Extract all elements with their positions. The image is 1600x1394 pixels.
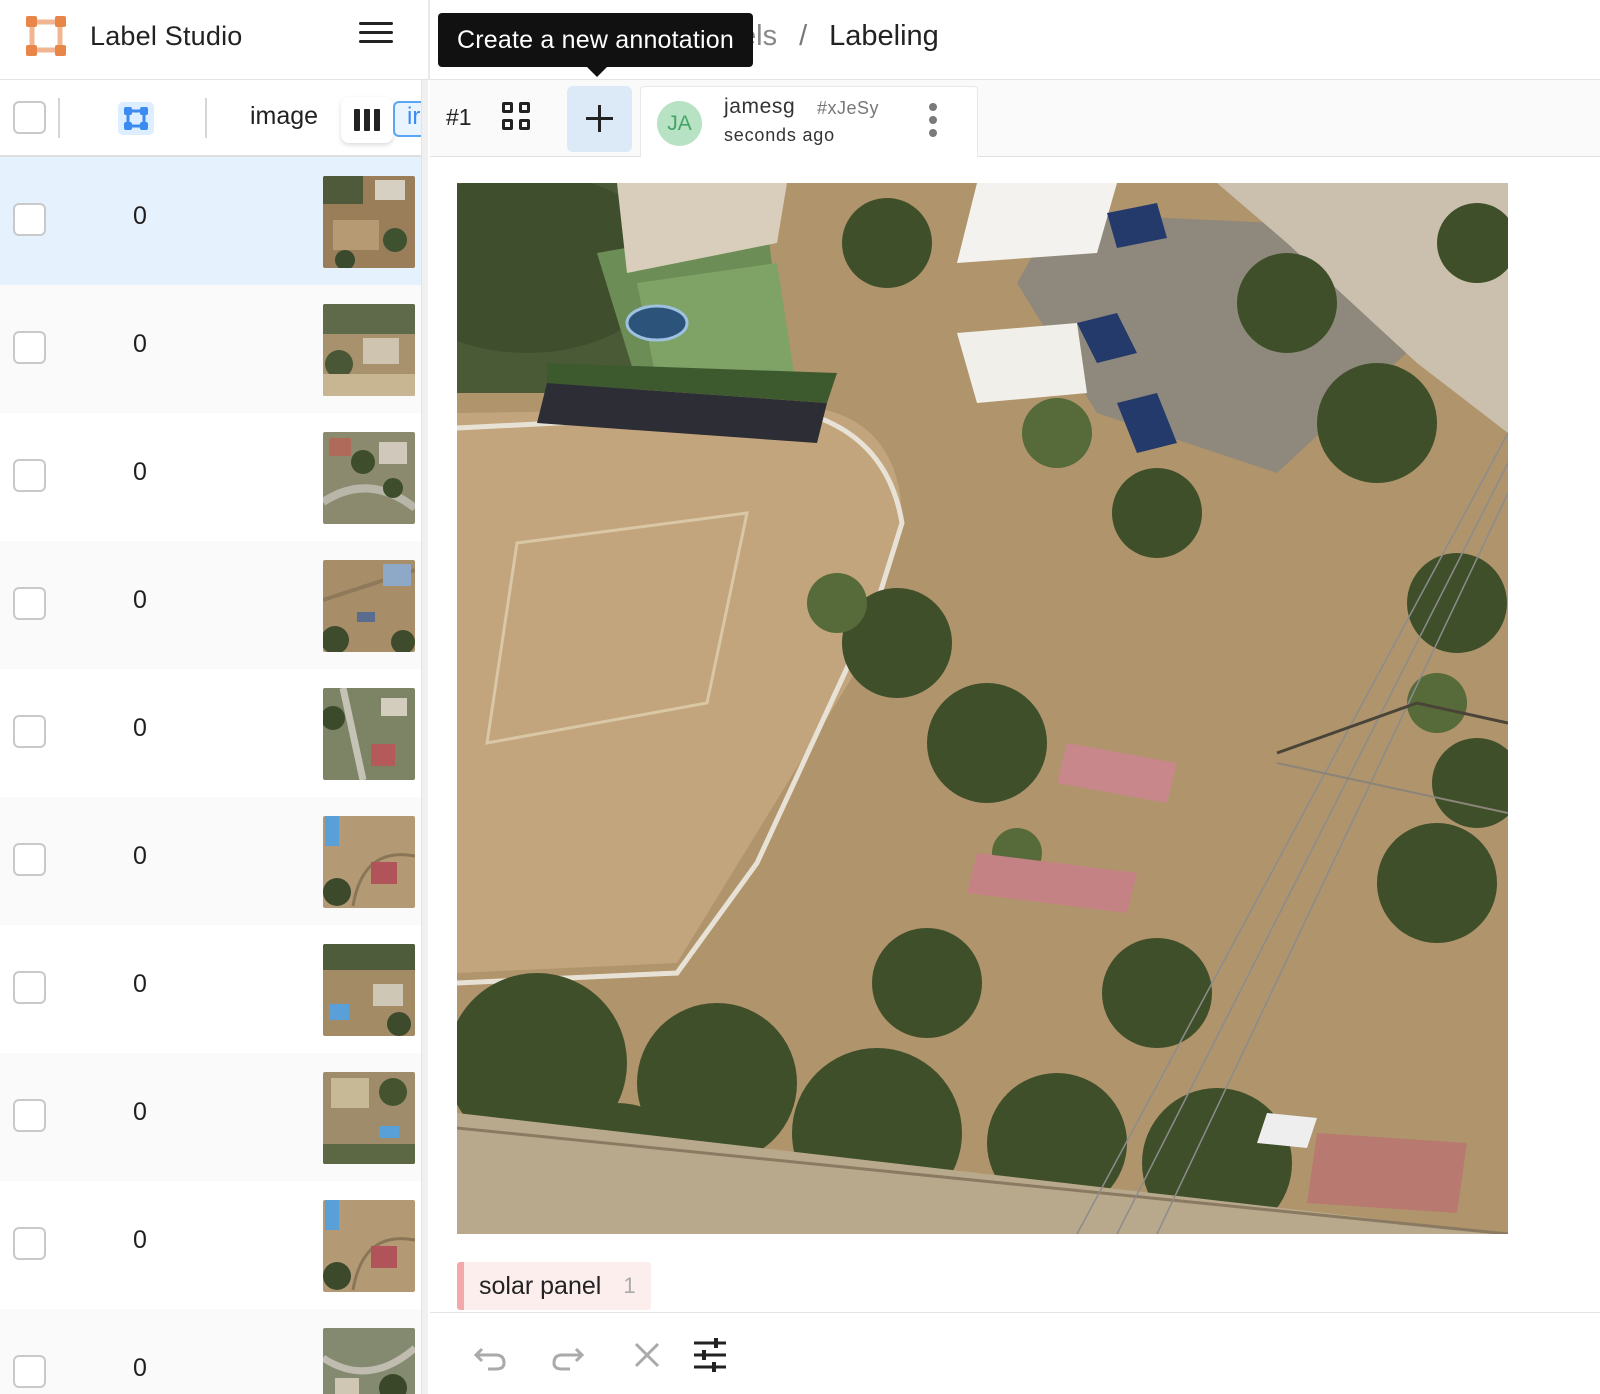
grid-icon[interactable]: [502, 102, 534, 134]
breadcrumb: els / Labeling: [740, 16, 939, 56]
aerial-image[interactable]: [457, 183, 1508, 1234]
label-studio-logo-icon: [24, 14, 68, 58]
task-row[interactable]: 0: [0, 925, 421, 1053]
task-row[interactable]: 0: [0, 285, 421, 413]
annotation-count: 0: [133, 458, 147, 486]
redo-icon[interactable]: [548, 1335, 588, 1375]
annotation-hash: #xJeSy: [817, 98, 880, 118]
aerial-thumbnail: [323, 1072, 415, 1164]
aerial-thumbnail: [323, 1328, 415, 1394]
label-studio-app: Label Studio els / Labeling Create a new…: [0, 0, 1600, 1394]
annotation-toolbar: #1 JA jamesg #xJeSy seconds ago: [430, 80, 1600, 157]
aerial-thumbnail: [323, 176, 415, 268]
bottom-toolbar: [430, 1312, 1600, 1394]
header-divider: [58, 98, 60, 138]
task-row-checkbox[interactable]: [13, 587, 46, 620]
task-row[interactable]: 0: [0, 1053, 421, 1181]
aerial-thumbnail: [323, 688, 415, 780]
hamburger-menu-icon[interactable]: [356, 18, 396, 54]
more-vertical-icon[interactable]: [927, 103, 939, 143]
task-row[interactable]: 0: [0, 157, 421, 285]
brand[interactable]: Label Studio: [24, 14, 243, 58]
header-divider: [205, 98, 207, 138]
task-row-checkbox[interactable]: [13, 1099, 46, 1132]
annotation-count: 0: [133, 330, 147, 358]
task-row-checkbox[interactable]: [13, 1355, 46, 1388]
annotation-count: 0: [133, 1098, 147, 1126]
task-row-checkbox[interactable]: [13, 843, 46, 876]
app-name: Label Studio: [90, 20, 243, 51]
top-header: Label Studio els / Labeling: [0, 0, 1600, 80]
task-sidebar: image ir 0 0 0 0 0 0 0 0 0 0: [0, 80, 428, 1394]
breadcrumb-current: Labeling: [829, 19, 939, 52]
label-name: solar panel: [479, 1271, 602, 1300]
column-header-truncated[interactable]: ir: [393, 101, 421, 137]
task-row[interactable]: 0: [0, 413, 421, 541]
annotation-count: 0: [133, 842, 147, 870]
plus-icon[interactable]: [567, 86, 632, 152]
column-header-image[interactable]: image: [250, 102, 318, 131]
avatar: JA: [657, 101, 702, 146]
task-row-checkbox[interactable]: [13, 715, 46, 748]
annotation-count: 0: [133, 202, 147, 230]
annotation-count: 0: [133, 970, 147, 998]
breadcrumb-separator: /: [799, 19, 808, 52]
aerial-thumbnail: [323, 816, 415, 908]
label-count: 1: [623, 1273, 636, 1298]
select-all-checkbox[interactable]: [13, 101, 46, 134]
task-row[interactable]: 0: [0, 669, 421, 797]
task-row-checkbox[interactable]: [13, 331, 46, 364]
task-row-checkbox[interactable]: [13, 459, 46, 492]
columns-icon[interactable]: [341, 97, 393, 143]
settings-sliders-icon[interactable]: [690, 1335, 730, 1375]
task-row[interactable]: 0: [0, 1309, 421, 1394]
task-row-checkbox[interactable]: [13, 971, 46, 1004]
task-list-header: image ir: [0, 80, 421, 157]
task-list: 0 0 0 0 0 0 0 0 0 0: [0, 157, 421, 1394]
create-annotation-tooltip: Create a new annotation: [438, 13, 754, 77]
annotation-count: 0: [133, 714, 147, 742]
header-divider: [428, 0, 430, 80]
task-row[interactable]: 0: [0, 1181, 421, 1309]
annotation-count: 0: [133, 1354, 147, 1382]
annotation-tab[interactable]: JA jamesg #xJeSy seconds ago: [640, 86, 978, 157]
annotation-user: jamesg: [724, 95, 796, 118]
label-solar-panel[interactable]: solar panel 1: [457, 1262, 651, 1310]
annotation-count: 0: [133, 586, 147, 614]
task-row-checkbox[interactable]: [13, 203, 46, 236]
aerial-thumbnail: [323, 432, 415, 524]
annotation-time: seconds ago: [724, 125, 835, 145]
aerial-thumbnail: [323, 304, 415, 396]
task-row-checkbox[interactable]: [13, 1227, 46, 1260]
aerial-thumbnail: [323, 560, 415, 652]
aerial-thumbnail: [323, 944, 415, 1036]
annotation-count: 0: [133, 1226, 147, 1254]
labeling-canvas: solar panel 1: [430, 158, 1600, 1312]
close-icon[interactable]: [627, 1335, 667, 1375]
task-id: #1: [446, 104, 472, 130]
task-row[interactable]: 0: [0, 797, 421, 925]
region-icon[interactable]: [118, 102, 154, 135]
aerial-thumbnail: [323, 1200, 415, 1292]
undo-icon[interactable]: [470, 1335, 510, 1375]
task-row[interactable]: 0: [0, 541, 421, 669]
